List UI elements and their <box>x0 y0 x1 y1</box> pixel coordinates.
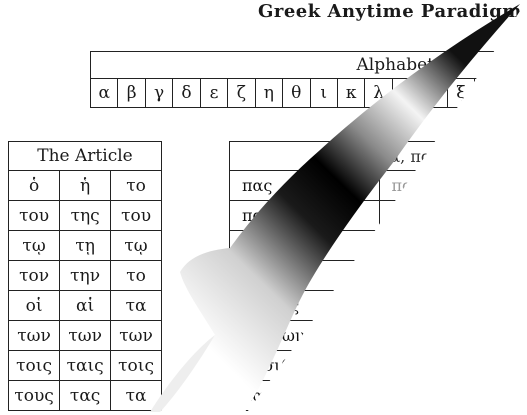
letter-cell: β <box>117 78 146 108</box>
article-table: The Article ὁ ἡ το του της του τῳ τῃ τῳ … <box>7 141 162 411</box>
letter-cell: ξ <box>446 78 476 108</box>
letter-cell: ε <box>199 78 229 108</box>
letter-cell: ν <box>419 78 448 108</box>
letter-cell: ζ <box>227 78 256 108</box>
letter-cell: ι <box>309 78 338 108</box>
table-row: τῳ τῃ τῳ <box>7 230 162 261</box>
pas-cell <box>378 350 527 381</box>
article-cell: οἱ <box>7 290 61 321</box>
article-cell: τας <box>59 380 112 411</box>
article-cell: τους <box>7 380 61 411</box>
pas-cell: πασα <box>378 170 527 201</box>
article-cell: τῃ <box>59 230 112 261</box>
pas-cell: πας <box>229 170 380 201</box>
article-cell: των <box>110 320 162 351</box>
table-row: παντος πασης <box>229 200 527 231</box>
table-row: παντ <box>229 380 527 411</box>
pas-header: πας, πασα, παν <box>229 141 527 171</box>
article-cell: τοις <box>7 350 61 381</box>
pas-cell: παντες <box>229 290 380 321</box>
table-row: ὁ ἡ το <box>7 170 162 201</box>
letter-cell: λ <box>364 78 393 108</box>
letter-cell: δ <box>172 78 201 108</box>
article-cell: τα <box>110 380 162 411</box>
article-cell: των <box>7 320 61 351</box>
pas-cell: πασης <box>378 200 527 231</box>
article-cell: το <box>110 170 162 201</box>
table-row: παντες <box>229 290 527 321</box>
table-row: τοις ταις τοις <box>7 350 162 381</box>
table-row: των των των <box>7 320 162 351</box>
letter-cell <box>501 78 527 108</box>
alphabet-row: α β γ δ ε ζ η θ ι κ λ μ ν ξ <box>89 78 527 108</box>
page-title: Greek Anytime Paradigm <box>258 1 522 22</box>
table-row: παντα πασαν <box>229 260 527 291</box>
article-cell: ἡ <box>59 170 112 201</box>
pas-cell <box>378 320 527 351</box>
letter-cell: α <box>89 78 119 108</box>
pas-cell: παση <box>378 230 527 261</box>
article-cell: το <box>110 260 162 291</box>
article-cell: την <box>59 260 112 291</box>
article-cell: της <box>59 200 112 231</box>
pas-cell: παντι <box>229 230 380 261</box>
article-cell: τοις <box>110 350 162 381</box>
pas-cell: παντ <box>229 380 380 411</box>
alphabet-table: Alphabet α β γ δ ε ζ η θ ι κ λ μ ν ξ <box>89 51 527 108</box>
pas-cell: παντων <box>229 320 380 351</box>
article-cell: αἱ <box>59 290 112 321</box>
article-cell: τῳ <box>7 230 61 261</box>
article-cell: τῳ <box>110 230 162 261</box>
table-row: πασι(ν) <box>229 350 527 381</box>
pas-cell: πασι(ν) <box>229 350 380 381</box>
article-cell: των <box>59 320 112 351</box>
article-header: The Article <box>8 141 162 171</box>
letter-cell: θ <box>282 78 311 108</box>
table-row: οἱ αἱ τα <box>7 290 162 321</box>
pas-cell <box>378 290 527 321</box>
article-cell: του <box>7 200 61 231</box>
table-row: τους τας τα <box>7 380 162 411</box>
article-cell: ταις <box>59 350 112 381</box>
letter-cell: κ <box>336 78 366 108</box>
pas-cell <box>378 380 527 411</box>
table-row: παντι παση <box>229 230 527 261</box>
table-row: πας πασα <box>229 170 527 201</box>
article-cell: ὁ <box>7 170 61 201</box>
letter-cell: η <box>254 78 284 108</box>
table-row: τον την το <box>7 260 162 291</box>
letter-cell: γ <box>144 78 174 108</box>
article-cell: τον <box>7 260 61 291</box>
pas-cell: παντος <box>229 200 380 231</box>
letter-cell: μ <box>391 78 421 108</box>
pas-cell: πασαν <box>378 260 527 291</box>
alphabet-header: Alphabet <box>90 51 527 79</box>
table-row: του της του <box>7 200 162 231</box>
table-row: παντων <box>229 320 527 351</box>
pas-cell: παντα <box>229 260 380 291</box>
letter-cell <box>474 78 503 108</box>
article-cell: του <box>110 200 162 231</box>
article-cell: τα <box>110 290 162 321</box>
pas-table: πας, πασα, παν πας πασα παντος πασης παν… <box>229 141 527 411</box>
